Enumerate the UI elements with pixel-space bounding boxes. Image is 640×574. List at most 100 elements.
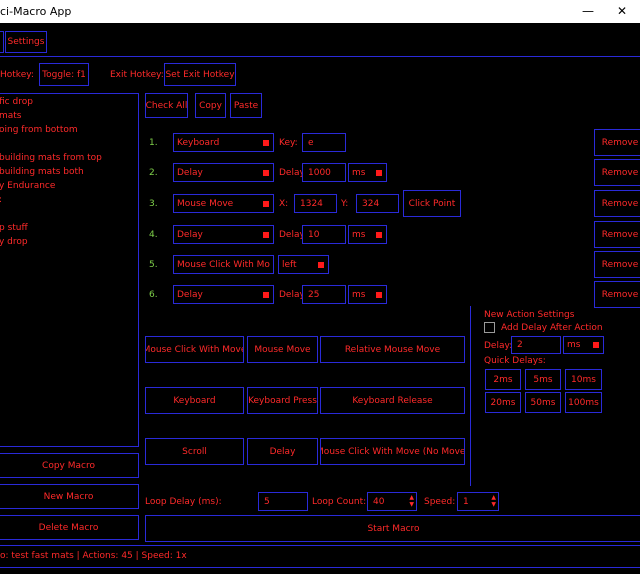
- remove-button[interactable]: Remove: [594, 221, 640, 248]
- window-title: ci-Macro App: [0, 5, 72, 18]
- delay-label: Delay: [279, 168, 305, 178]
- remove-button[interactable]: Remove: [594, 190, 640, 217]
- list-item[interactable]: fic drop: [0, 97, 33, 107]
- new-macro-button[interactable]: New Macro: [0, 484, 139, 509]
- quick-delay-20ms-button[interactable]: 20ms: [485, 392, 521, 413]
- unit-dropdown[interactable]: ms: [348, 163, 387, 182]
- action-type-label: Delay: [177, 167, 203, 178]
- exit-hotkey-label: Exit Hotkey:: [110, 70, 164, 80]
- action-type-dropdown[interactable]: Mouse Move: [173, 194, 274, 213]
- quick-delay-2ms-button[interactable]: 2ms: [485, 369, 521, 390]
- dropdown-arrow-icon: [376, 169, 382, 176]
- toggle-hotkey-button[interactable]: Toggle: f1: [39, 63, 89, 86]
- tab-main[interactable]: [0, 31, 4, 53]
- macro-list[interactable]: fic drop mats oing from bottom building …: [0, 93, 139, 447]
- x-label: X:: [279, 199, 289, 209]
- delay-input[interactable]: 1000: [302, 163, 346, 182]
- delay-label: Delay: [279, 290, 305, 300]
- loop-count-stepper[interactable]: 40 ▲ ▼: [367, 492, 417, 511]
- add-mouse-move-button[interactable]: Mouse Move: [247, 336, 318, 363]
- spinner-arrows-icon[interactable]: ▲ ▼: [491, 494, 496, 508]
- y-input[interactable]: 324: [356, 194, 399, 213]
- dropdown-arrow-icon: [263, 139, 269, 146]
- unit-label: ms: [567, 340, 581, 350]
- dropdown-arrow-icon: [376, 291, 382, 298]
- copy-macro-button[interactable]: Copy Macro: [0, 453, 139, 478]
- set-exit-hotkey-button[interactable]: Set Exit Hotkey: [164, 63, 236, 86]
- loop-delay-input[interactable]: 5: [258, 492, 308, 511]
- add-keyboard-press-button[interactable]: Keyboard Press: [247, 387, 318, 414]
- list-item[interactable]: mats: [0, 111, 22, 121]
- dropdown-arrow-icon: [263, 231, 269, 238]
- delete-macro-button[interactable]: Delete Macro: [0, 515, 139, 540]
- quick-delay-50ms-button[interactable]: 50ms: [525, 392, 561, 413]
- action-index: 2.: [149, 168, 158, 178]
- key-label: Key:: [279, 138, 298, 148]
- action-type-dropdown[interactable]: Delay: [173, 225, 274, 244]
- panel-divider: [470, 306, 471, 486]
- list-item[interactable]: oing from bottom: [0, 125, 78, 135]
- add-relative-mouse-move-button[interactable]: Relative Mouse Move: [320, 336, 465, 363]
- add-mouse-click-with-move-button[interactable]: Mouse Click With Move: [145, 336, 244, 363]
- list-item[interactable]: :: [0, 195, 2, 205]
- unit-dropdown[interactable]: ms: [348, 285, 387, 304]
- list-item[interactable]: y drop: [0, 237, 28, 247]
- remove-button[interactable]: Remove: [594, 159, 640, 186]
- remove-button[interactable]: Remove: [594, 281, 640, 308]
- copy-button[interactable]: Copy: [195, 93, 226, 118]
- list-item[interactable]: y Endurance: [0, 181, 55, 191]
- add-keyboard-release-button[interactable]: Keyboard Release: [320, 387, 465, 414]
- click-point-button[interactable]: Click Point: [403, 190, 461, 217]
- loop-count-value: 40: [373, 496, 385, 507]
- dropdown-arrow-icon: [263, 169, 269, 176]
- action-type-dropdown[interactable]: Delay: [173, 163, 274, 182]
- action-index: 6.: [149, 290, 158, 300]
- add-keyboard-button[interactable]: Keyboard: [145, 387, 244, 414]
- action-type-dropdown[interactable]: Mouse Click With Mo: [173, 255, 274, 274]
- paste-button[interactable]: Paste: [230, 93, 262, 118]
- x-input[interactable]: 1324: [294, 194, 337, 213]
- loop-delay-label: Loop Delay (ms):: [145, 497, 222, 507]
- unit-dropdown[interactable]: ms: [348, 225, 387, 244]
- action-type-label: Mouse Click With Mo: [177, 259, 270, 270]
- new-action-unit-dropdown[interactable]: ms: [563, 336, 604, 354]
- speed-stepper[interactable]: 1 ▲ ▼: [457, 492, 499, 511]
- unit-label: ms: [352, 289, 366, 300]
- hotkey-label: Hotkey:: [0, 70, 34, 80]
- button-label: left: [282, 259, 297, 270]
- key-input[interactable]: e: [302, 133, 346, 152]
- delay-label: Delay:: [484, 341, 513, 351]
- delay-input[interactable]: 10: [302, 225, 346, 244]
- check-all-button[interactable]: Check All: [145, 93, 188, 118]
- add-mouse-click-no-move-button[interactable]: Mouse Click With Move (No Move): [320, 438, 465, 465]
- list-item[interactable]: building mats both: [0, 167, 84, 177]
- action-type-dropdown[interactable]: Delay: [173, 285, 274, 304]
- dropdown-arrow-icon: [376, 231, 382, 238]
- add-scroll-button[interactable]: Scroll: [145, 438, 244, 465]
- button-dropdown[interactable]: left: [278, 255, 329, 274]
- new-action-delay-input[interactable]: 2: [511, 336, 561, 354]
- remove-button[interactable]: Remove: [594, 251, 640, 278]
- minimize-icon[interactable]: —: [578, 2, 598, 20]
- dropdown-arrow-icon: [263, 291, 269, 298]
- list-item[interactable]: p stuff: [0, 223, 28, 233]
- spinner-arrows-icon[interactable]: ▲ ▼: [409, 494, 414, 508]
- quick-delay-10ms-button[interactable]: 10ms: [565, 369, 602, 390]
- title-bar: ci-Macro App — ✕: [0, 0, 640, 23]
- delay-label: Delay: [279, 230, 305, 240]
- add-delay-button[interactable]: Delay: [247, 438, 318, 465]
- delay-input[interactable]: 25: [302, 285, 346, 304]
- y-label: Y:: [341, 199, 349, 209]
- list-item[interactable]: building mats from top: [0, 153, 102, 163]
- new-action-settings-title: New Action Settings: [484, 310, 575, 320]
- add-delay-checkbox[interactable]: [484, 322, 495, 333]
- tab-settings[interactable]: Settings: [5, 31, 47, 53]
- action-type-dropdown[interactable]: Keyboard: [173, 133, 274, 152]
- action-type-label: Mouse Move: [177, 198, 234, 209]
- start-macro-button[interactable]: Start Macro: [145, 515, 640, 542]
- quick-delay-5ms-button[interactable]: 5ms: [525, 369, 561, 390]
- action-type-label: Delay: [177, 229, 203, 240]
- close-icon[interactable]: ✕: [612, 2, 632, 20]
- quick-delay-100ms-button[interactable]: 100ms: [565, 392, 602, 413]
- remove-button[interactable]: Remove: [594, 129, 640, 156]
